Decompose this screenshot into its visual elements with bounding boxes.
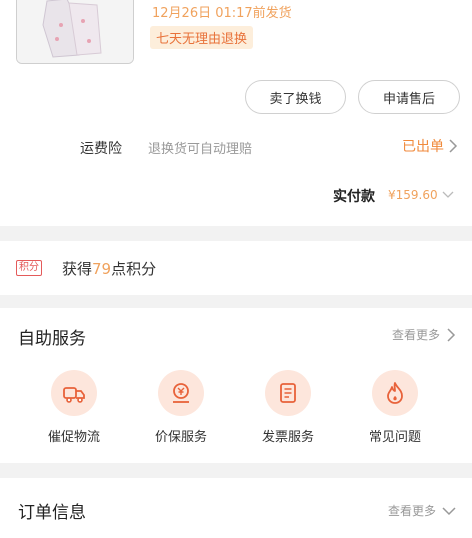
- chevron-right-icon: [449, 139, 458, 153]
- points-prefix: 获得: [62, 260, 93, 278]
- resell-button[interactable]: 卖了换钱: [245, 80, 346, 114]
- chevron-right-icon: [447, 327, 456, 342]
- points-text: 获得79点积分: [62, 258, 156, 279]
- self-service-card: 自助服务 查看更多 催促物流 价保服务 发票服务 常见问题: [0, 308, 472, 463]
- service-item-price-protect[interactable]: 价保服务: [136, 370, 226, 445]
- product-image-icon: [17, 0, 133, 63]
- flame-icon: [387, 382, 403, 404]
- payment-label: 实付款: [333, 189, 375, 205]
- points-card: 积分 获得79点积分: [0, 241, 472, 295]
- service-item-faq[interactable]: 常见问题: [350, 370, 440, 445]
- order-info-title: 订单信息: [18, 503, 86, 523]
- after-sales-button[interactable]: 申请售后: [358, 80, 460, 114]
- chevron-down-icon: [442, 191, 454, 198]
- product-card: 12月26日 01:17前发货 七天无理由退换 卖了换钱 申请售后 运费险 退换…: [0, 0, 472, 226]
- price-protect-icon: [173, 383, 189, 403]
- service-label-invoice: 发票服务: [261, 430, 314, 445]
- shipping-insurance-status[interactable]: 已出单: [402, 136, 458, 156]
- points-amount: 79: [92, 260, 112, 278]
- invoice-icon: [280, 383, 296, 403]
- product-thumbnail[interactable]: [16, 0, 134, 64]
- self-service-see-more[interactable]: 查看更多: [392, 326, 456, 343]
- service-item-invoice[interactable]: 发票服务: [243, 370, 333, 445]
- chevron-down-icon: [442, 506, 456, 515]
- service-label-price-protect: 价保服务: [154, 430, 207, 445]
- truck-icon: [63, 387, 85, 403]
- payment-amount[interactable]: ¥159.60: [388, 188, 454, 202]
- points-suffix: 点积分: [111, 260, 157, 278]
- shipping-insurance-label: 运费险: [80, 141, 122, 157]
- ship-time: 12月26日 01:17前发货: [152, 6, 292, 21]
- order-info-see-more-label: 查看更多: [387, 504, 436, 518]
- service-icon-circle: [51, 370, 97, 416]
- service-icon-circle: [265, 370, 311, 416]
- order-info-card[interactable]: 订单信息 查看更多: [0, 478, 472, 538]
- self-service-see-more-label: 查看更多: [391, 328, 440, 342]
- service-label-faq: 常见问题: [368, 430, 421, 445]
- service-item-logistics[interactable]: 催促物流: [29, 370, 119, 445]
- points-badge: 积分: [16, 260, 42, 276]
- shipping-insurance-status-text: 已出单: [402, 139, 444, 155]
- service-icon-circle: [158, 370, 204, 416]
- order-info-see-more[interactable]: 查看更多: [388, 502, 456, 519]
- self-service-title: 自助服务: [18, 329, 86, 349]
- return-policy-badge: 七天无理由退换: [150, 26, 254, 49]
- payment-amount-value: ¥159.60: [388, 188, 438, 202]
- service-label-logistics: 催促物流: [47, 430, 100, 445]
- service-icon-circle: [372, 370, 418, 416]
- shipping-insurance-description: 退换货可自动理赔: [148, 142, 253, 157]
